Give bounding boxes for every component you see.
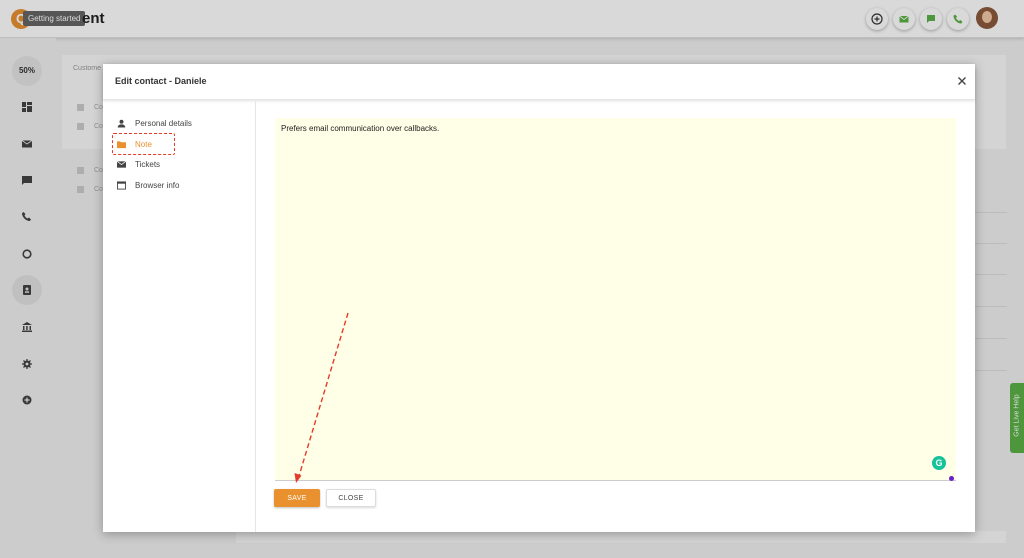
grammarly-icon[interactable]: G [932,456,946,470]
save-button[interactable]: SAVE [274,489,320,507]
sidebar-item-personal-details[interactable]: Personal details [115,117,245,131]
email-icon [117,161,126,168]
status-dot-icon [949,476,954,481]
modal-sidebar: Personal details Note Tickets Browser in… [103,101,256,532]
person-icon [117,119,126,128]
modal-header: Edit contact - Daniele [103,64,975,100]
sidebar-item-label: Tickets [135,160,161,169]
sidebar-item-tickets[interactable]: Tickets [115,158,245,172]
browser-icon [117,181,126,190]
sidebar-item-label: Browser info [135,181,180,190]
close-button[interactable]: CLOSE [326,489,376,507]
sidebar-item-browser-info[interactable]: Browser info [115,179,245,193]
note-textarea[interactable]: Prefers email communication over callbac… [275,118,956,481]
modal-title: Edit contact - Daniele [115,76,207,86]
edit-contact-modal: Edit contact - Daniele Personal details … [103,64,975,532]
note-highlight-annotation [112,133,175,155]
close-icon[interactable] [955,74,969,88]
sidebar-item-label: Personal details [135,119,192,128]
